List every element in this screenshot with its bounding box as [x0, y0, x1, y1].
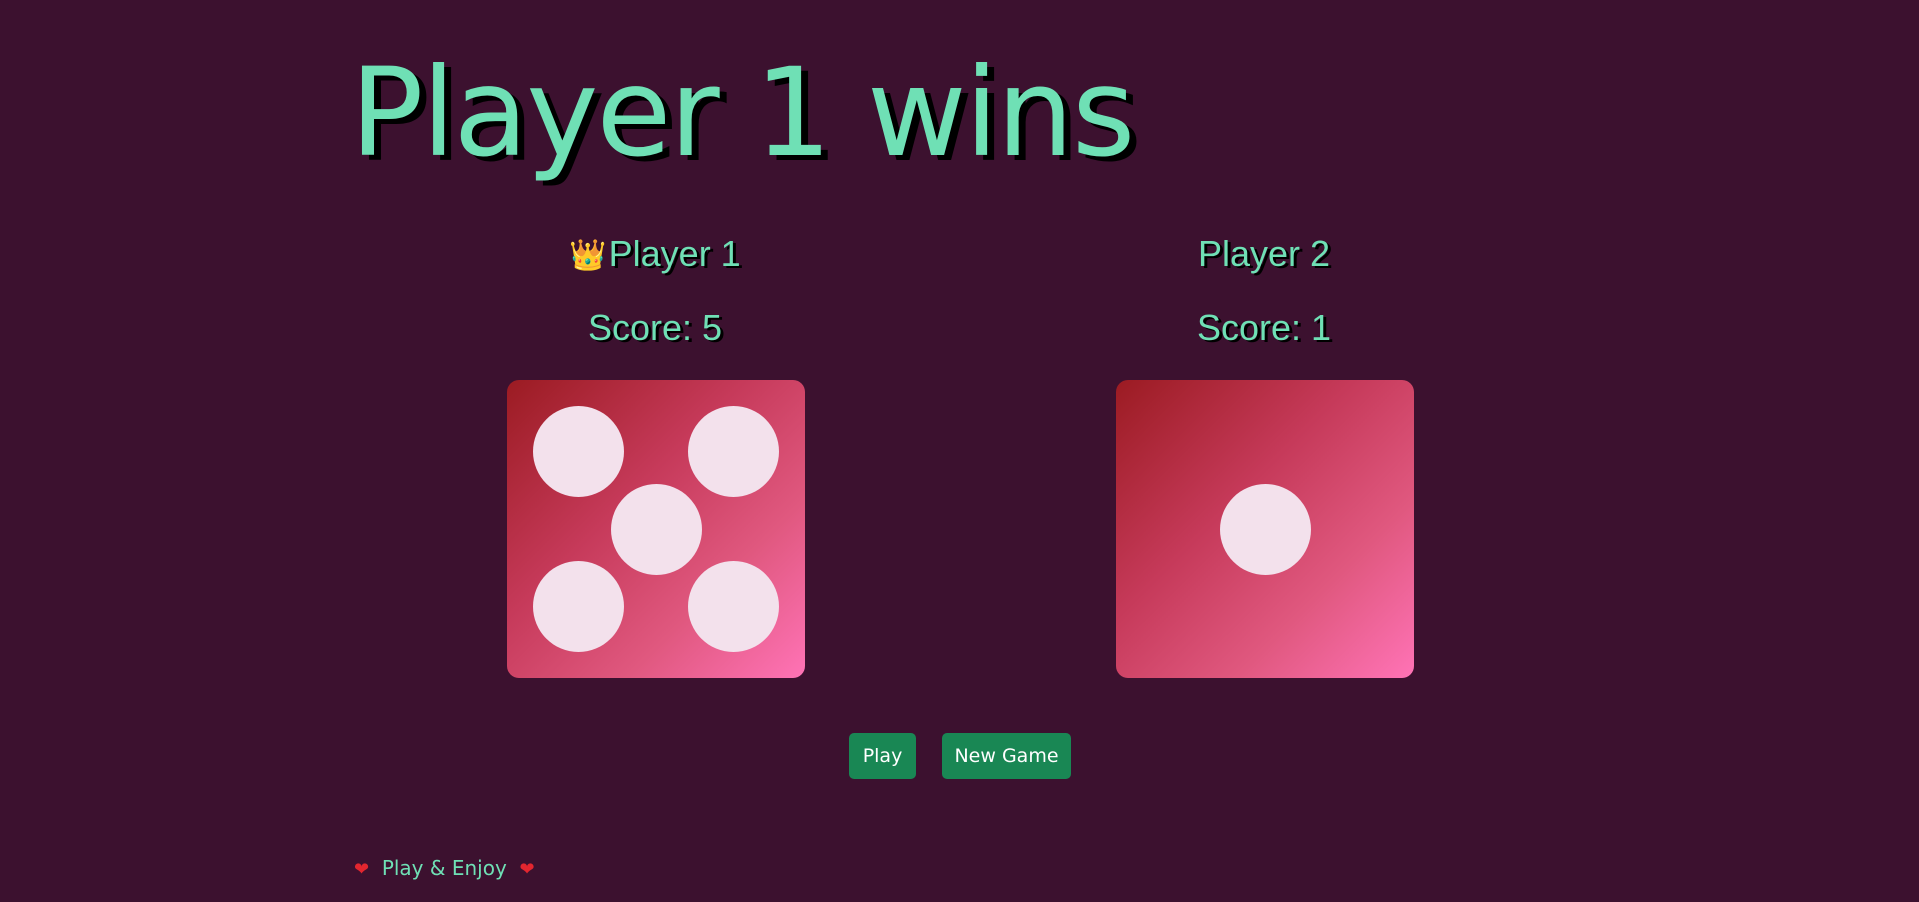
- player-2-die: [1116, 380, 1414, 678]
- die-pip: [1219, 483, 1311, 575]
- die-pip: [688, 561, 779, 652]
- footer-message: ❤ Play & Enjoy ❤: [354, 855, 535, 883]
- die-pip: [533, 561, 624, 652]
- player-1-score: Score: 5: [587, 307, 723, 348]
- die-pip: [610, 483, 702, 575]
- player-1-name: 👑Player 1: [505, 236, 805, 272]
- new-game-button[interactable]: New Game: [942, 733, 1071, 779]
- player-1-die: [507, 380, 805, 678]
- heart-icon: ❤: [354, 859, 370, 880]
- winner-title: Player 1 wins: [350, 42, 1135, 184]
- die-pip: [533, 406, 624, 497]
- crown-icon: 👑: [569, 239, 607, 273]
- player-2-name: Player 2: [1114, 236, 1414, 272]
- die-pip: [688, 406, 779, 497]
- player-1-label: Player 1: [608, 233, 741, 274]
- play-button[interactable]: Play: [849, 733, 916, 779]
- player-2-score: Score: 1: [1196, 307, 1332, 348]
- player-2-label: Player 2: [1197, 233, 1331, 274]
- footer-text: Play & Enjoy: [381, 856, 507, 880]
- heart-icon: ❤: [519, 859, 535, 880]
